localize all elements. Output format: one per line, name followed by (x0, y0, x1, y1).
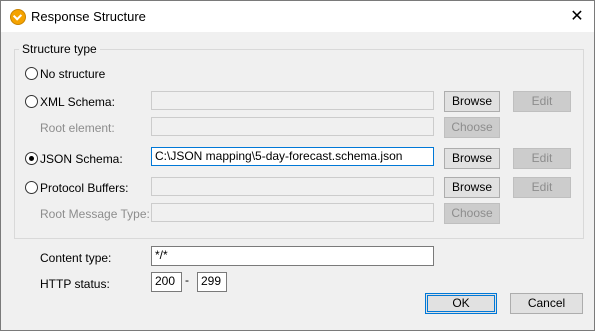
content-type-input[interactable]: */* (151, 246, 434, 266)
protocol-buffers-browse-button[interactable]: Browse (444, 177, 500, 198)
cancel-button[interactable]: Cancel (510, 293, 583, 314)
json-schema-field[interactable]: C:\JSON mapping\5-day-forecast.schema.js… (151, 147, 434, 166)
structure-type-legend: Structure type (19, 42, 100, 56)
protocol-buffers-label[interactable]: Protocol Buffers: (40, 181, 129, 195)
http-status-label: HTTP status: (40, 277, 110, 291)
xml-schema-radio[interactable] (25, 95, 38, 108)
protocol-buffers-radio[interactable] (25, 181, 38, 194)
root-element-label: Root element: (40, 121, 115, 135)
json-schema-label[interactable]: JSON Schema: (40, 152, 123, 166)
ok-button[interactable]: OK (425, 293, 497, 314)
http-status-to-input[interactable]: 299 (197, 272, 227, 292)
json-schema-browse-button[interactable]: Browse (444, 148, 500, 169)
dialog-title: Response Structure (31, 9, 146, 24)
no-structure-label[interactable]: No structure (40, 67, 105, 81)
close-icon[interactable]: ✕ (563, 6, 591, 28)
root-message-type-choose-button[interactable]: Choose (444, 203, 500, 224)
json-schema-radio[interactable] (25, 152, 38, 165)
json-schema-edit-button[interactable]: Edit (513, 148, 571, 169)
root-message-type-label: Root Message Type: (40, 207, 150, 221)
xml-schema-browse-button[interactable]: Browse (444, 91, 500, 112)
root-element-field[interactable] (151, 117, 434, 136)
xml-schema-edit-button[interactable]: Edit (513, 91, 571, 112)
http-status-separator: - (185, 273, 189, 287)
protocol-buffers-field[interactable] (151, 177, 434, 196)
root-element-choose-button[interactable]: Choose (444, 117, 500, 138)
protocol-buffers-edit-button[interactable]: Edit (513, 177, 571, 198)
no-structure-radio[interactable] (25, 67, 38, 80)
xml-schema-field[interactable] (151, 91, 434, 110)
root-message-type-field[interactable] (151, 203, 434, 222)
content-type-label: Content type: (40, 251, 112, 265)
title-bar: Response Structure ✕ (1, 1, 594, 32)
response-structure-dialog: Response Structure ✕ Structure type No s… (0, 0, 595, 331)
app-icon (10, 9, 26, 25)
http-status-from-input[interactable]: 200 (151, 272, 182, 292)
xml-schema-label[interactable]: XML Schema: (40, 95, 115, 109)
